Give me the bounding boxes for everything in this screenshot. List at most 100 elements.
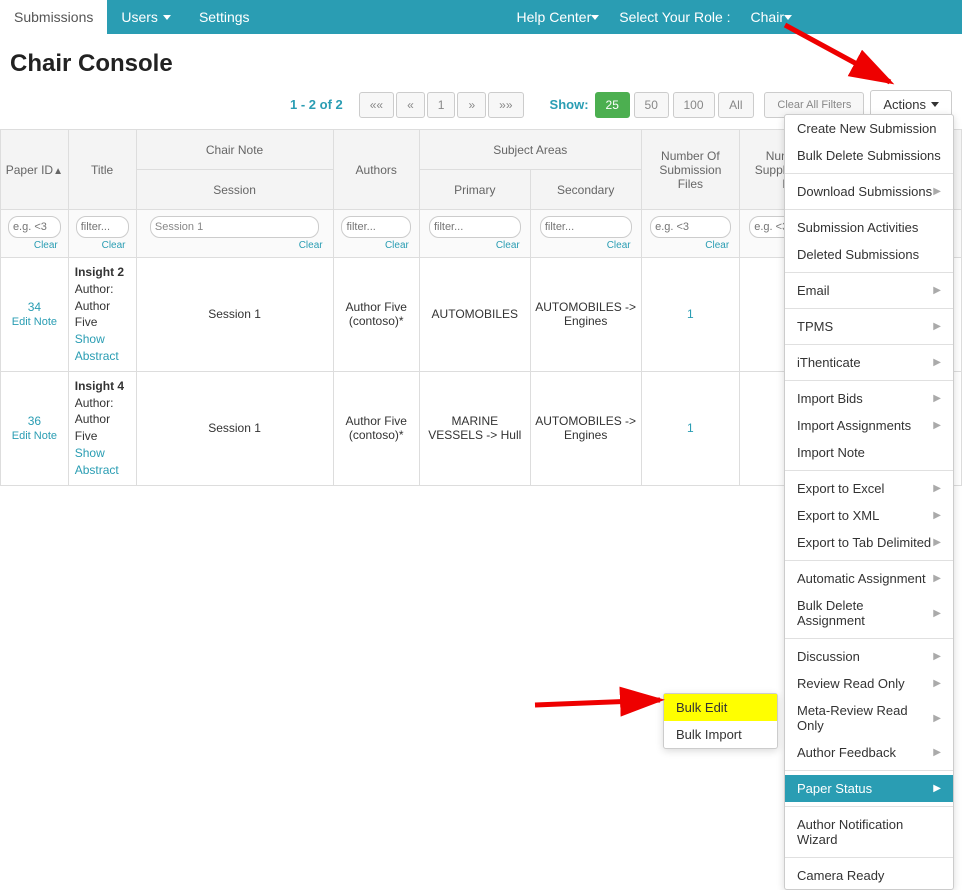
actions-item-review-read-only[interactable]: Review Read Only▶ [785, 670, 953, 697]
actions-item-deleted-submissions[interactable]: Deleted Submissions [785, 241, 953, 268]
actions-item-export-to-tab-delimited[interactable]: Export to Tab Delimited▶ [785, 529, 953, 556]
paper-id-link[interactable]: 36 [28, 414, 41, 428]
primary-cell: AUTOMOBILES [419, 258, 530, 372]
filter-primary[interactable] [429, 216, 521, 238]
role-selector[interactable]: Chair [741, 1, 802, 33]
actions-item-import-assignments[interactable]: Import Assignments▶ [785, 412, 953, 439]
authors-cell: Author Five (contoso)* [333, 371, 419, 485]
col-subject-areas: Subject Areas [419, 130, 641, 170]
pager-last[interactable]: »» [488, 92, 523, 118]
actions-item-label: Create New Submission [797, 121, 936, 136]
col-title[interactable]: Title [68, 130, 136, 210]
author-value: Author Five [75, 412, 110, 443]
actions-item-bulk-delete-submissions[interactable]: Bulk Delete Submissions [785, 142, 953, 169]
help-center-link[interactable]: Help Center [507, 1, 610, 33]
show-abstract-link[interactable]: Show Abstract [75, 332, 119, 363]
actions-item-import-bids[interactable]: Import Bids▶ [785, 385, 953, 412]
actions-item-label: iThenticate [797, 355, 861, 370]
submenu-bulk-edit[interactable]: Bulk Edit [664, 694, 777, 721]
actions-item-label: Import Note [797, 445, 865, 460]
page-size-50[interactable]: 50 [634, 92, 669, 118]
submenu-bulk-import[interactable]: Bulk Import [664, 721, 777, 748]
actions-item-label: Submission Activities [797, 220, 918, 235]
filter-authors[interactable] [341, 216, 411, 238]
chevron-right-icon: ▶ [933, 285, 941, 296]
tab-submissions[interactable]: Submissions [0, 0, 107, 34]
tab-users-label: Users [121, 9, 158, 25]
actions-item-paper-status[interactable]: Paper Status▶ [785, 775, 953, 802]
show-label: Show: [550, 97, 589, 112]
actions-item-label: Automatic Assignment [797, 571, 926, 586]
edit-note-link[interactable]: Edit Note [12, 316, 57, 328]
actions-item-import-note[interactable]: Import Note [785, 439, 953, 466]
actions-item-author-notification-wizard[interactable]: Author Notification Wizard [785, 811, 953, 853]
actions-item-label: TPMS [797, 319, 833, 334]
actions-item-export-to-xml[interactable]: Export to XML▶ [785, 502, 953, 529]
chevron-right-icon: ▶ [933, 713, 941, 724]
role-label: Chair [751, 9, 784, 25]
pager: «« « 1 » »» [359, 92, 524, 118]
actions-item-automatic-assignment[interactable]: Automatic Assignment▶ [785, 565, 953, 592]
sort-asc-icon: ▲ [53, 166, 63, 177]
filter-secondary[interactable] [540, 216, 632, 238]
actions-item-meta-review-read-only[interactable]: Meta-Review Read Only▶ [785, 697, 953, 739]
chevron-right-icon: ▶ [933, 357, 941, 368]
pager-next[interactable]: » [457, 92, 486, 118]
pager-prev[interactable]: « [396, 92, 425, 118]
actions-item-camera-ready[interactable]: Camera Ready [785, 862, 953, 889]
chevron-right-icon: ▶ [933, 420, 941, 431]
actions-item-download-submissions[interactable]: Download Submissions▶ [785, 178, 953, 205]
actions-item-label: Camera Ready [797, 868, 884, 883]
actions-item-discussion[interactable]: Discussion▶ [785, 643, 953, 670]
page-size-100[interactable]: 100 [673, 92, 715, 118]
clear-filter-secondary[interactable]: Clear [535, 238, 637, 251]
col-chair-note[interactable]: Chair Note [136, 130, 333, 170]
actions-item-tpms[interactable]: TPMS ▶ [785, 313, 953, 340]
actions-item-bulk-delete-assignment[interactable]: Bulk Delete Assignment▶ [785, 592, 953, 634]
subfiles-link[interactable]: 1 [687, 421, 694, 435]
actions-item-export-to-excel[interactable]: Export to Excel▶ [785, 475, 953, 502]
paper-title: Insight 4 [75, 379, 124, 393]
select-role-label: Select Your Role : [609, 1, 740, 33]
caret-down-icon [163, 15, 171, 20]
actions-item-submission-activities[interactable]: Submission Activities [785, 214, 953, 241]
col-primary[interactable]: Primary [419, 170, 530, 210]
col-paper-id[interactable]: Paper ID▲ [1, 130, 69, 210]
actions-item-email[interactable]: Email▶ [785, 277, 953, 304]
clear-filter-authors[interactable]: Clear [338, 238, 415, 251]
page-size-all[interactable]: All [718, 92, 753, 118]
edit-note-link[interactable]: Edit Note [12, 430, 57, 442]
help-label: Help Center [517, 9, 592, 25]
clear-filter-primary[interactable]: Clear [424, 238, 526, 251]
clear-filter-title[interactable]: Clear [73, 238, 132, 251]
subfiles-link[interactable]: 1 [687, 307, 694, 321]
actions-item-author-feedback[interactable]: Author Feedback▶ [785, 739, 953, 766]
pager-first[interactable]: «« [359, 92, 394, 118]
page-size-25[interactable]: 25 [595, 92, 630, 118]
col-authors[interactable]: Authors [333, 130, 419, 210]
actions-label: Actions [883, 97, 926, 112]
tab-settings[interactable]: Settings [185, 0, 264, 34]
chevron-right-icon: ▶ [933, 321, 941, 332]
author-value: Author Five [75, 299, 110, 330]
col-submission-files[interactable]: Number Of Submission Files [641, 130, 740, 210]
paper-id-link[interactable]: 34 [28, 300, 41, 314]
author-label: Author: [75, 282, 114, 296]
pager-page-1[interactable]: 1 [427, 92, 456, 118]
col-session[interactable]: Session [136, 170, 333, 210]
show-abstract-link[interactable]: Show Abstract [75, 446, 119, 477]
col-secondary[interactable]: Secondary [530, 170, 641, 210]
filter-session[interactable] [150, 216, 319, 238]
actions-item-label: Bulk Delete Submissions [797, 148, 941, 163]
actions-item-create-new-submission[interactable]: Create New Submission [785, 115, 953, 142]
clear-filter-paper-id[interactable]: Clear [5, 238, 64, 251]
actions-item-ithenticate[interactable]: iThenticate ▶ [785, 349, 953, 376]
clear-filter-subfiles[interactable]: Clear [646, 238, 736, 251]
filter-subfiles[interactable] [650, 216, 731, 238]
actions-item-label: Bulk Delete Assignment [797, 598, 933, 628]
clear-filter-session[interactable]: Clear [141, 238, 329, 251]
filter-paper-id[interactable] [8, 216, 61, 238]
filter-title[interactable] [76, 216, 129, 238]
actions-item-label: Discussion [797, 649, 860, 664]
tab-users[interactable]: Users [107, 0, 185, 34]
